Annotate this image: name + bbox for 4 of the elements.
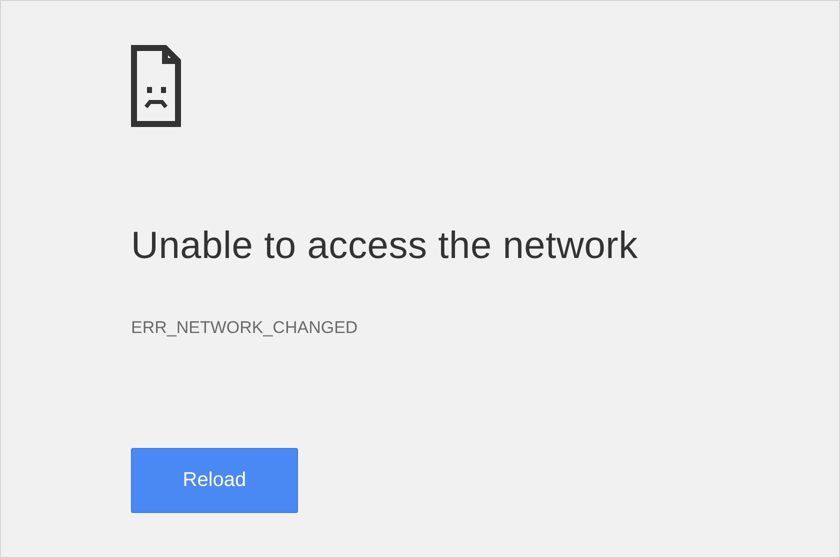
error-code: ERR_NETWORK_CHANGED <box>131 318 359 338</box>
reload-button[interactable]: Reload <box>131 448 298 513</box>
sad-page-icon <box>131 45 181 127</box>
error-title: Unable to access the network <box>131 225 639 268</box>
